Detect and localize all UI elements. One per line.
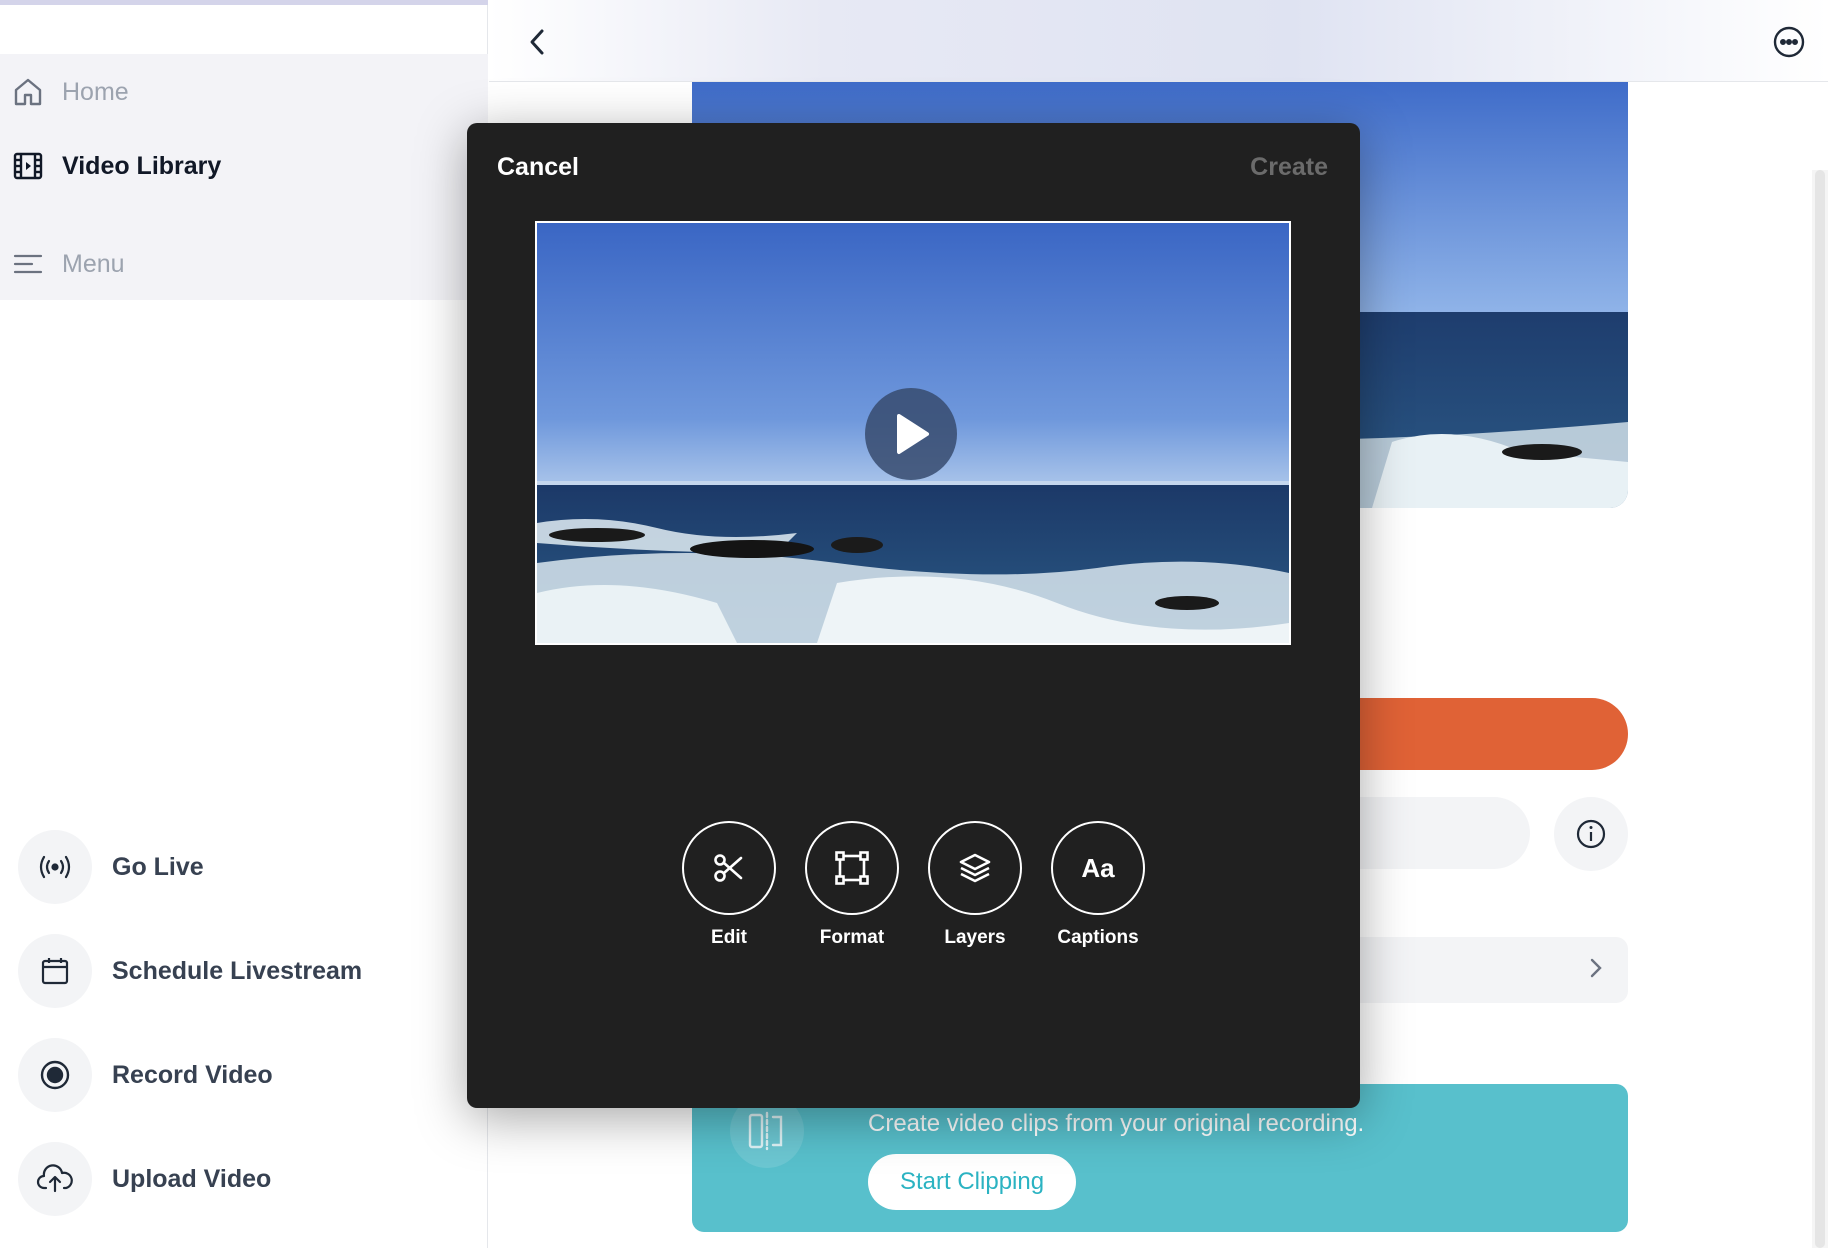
tool-label: Format: [819, 927, 885, 948]
sidebar-item-home[interactable]: Home: [12, 68, 129, 116]
start-clipping-button[interactable]: Start Clipping: [868, 1154, 1077, 1210]
info-icon[interactable]: [1554, 797, 1628, 871]
scissors-icon: [682, 821, 776, 915]
upload-video-button[interactable]: Upload Video: [18, 1142, 271, 1216]
tool-label: Layers: [944, 927, 1006, 948]
sidebar-item-video-library[interactable]: Video Library: [12, 142, 221, 190]
more-options-icon[interactable]: [1771, 24, 1807, 60]
sidebar-nav: Home Video Library Menu: [0, 54, 488, 300]
layers-icon: [928, 821, 1022, 915]
captions-glyph: Aa: [1081, 852, 1115, 883]
action-label: Go Live: [112, 852, 204, 881]
film-icon: [12, 150, 44, 182]
back-icon[interactable]: [519, 24, 555, 60]
create-button[interactable]: Create: [1250, 153, 1328, 182]
calendar-icon: [18, 934, 92, 1008]
captions-tool-button[interactable]: Aa Captions: [1050, 821, 1146, 949]
crop-frame-icon: [805, 821, 899, 915]
cloud-upload-icon: [18, 1142, 92, 1216]
edit-tool-button[interactable]: Edit: [681, 821, 777, 949]
sidebar-item-label: Home: [62, 77, 129, 106]
format-tool-button[interactable]: Format: [804, 821, 900, 949]
sidebar: Home Video Library Menu Go Live Schedule…: [0, 0, 488, 1248]
top-bar: [489, 0, 1828, 82]
captions-icon: Aa: [1051, 821, 1145, 915]
home-icon: [12, 76, 44, 108]
broadcast-icon: [18, 830, 92, 904]
clip-banner-text: Create video clips from your original re…: [868, 1110, 1365, 1137]
record-video-button[interactable]: Record Video: [18, 1038, 273, 1112]
action-label: Record Video: [112, 1060, 273, 1089]
sidebar-item-label: Video Library: [62, 151, 222, 180]
tool-label: Edit: [711, 927, 747, 948]
cancel-button[interactable]: Cancel: [497, 153, 579, 182]
action-label: Schedule Livestream: [112, 956, 363, 985]
menu-icon: [12, 248, 44, 280]
go-live-button[interactable]: Go Live: [18, 830, 204, 904]
chevron-right-icon: [1590, 958, 1602, 983]
create-clip-modal: Cancel Create Edit Format Layers Aa Capt…: [467, 123, 1360, 1108]
sidebar-top-accent: [0, 0, 488, 5]
record-icon: [18, 1038, 92, 1112]
action-label: Upload Video: [112, 1164, 272, 1193]
schedule-livestream-button[interactable]: Schedule Livestream: [18, 934, 362, 1008]
scrollbar-thumb[interactable]: [1815, 170, 1825, 1248]
sidebar-item-label: Menu: [62, 249, 125, 278]
tool-label: Captions: [1057, 927, 1139, 948]
sidebar-item-menu[interactable]: Menu: [12, 240, 125, 288]
layers-tool-button[interactable]: Layers: [927, 821, 1023, 949]
play-icon[interactable]: [865, 388, 957, 480]
